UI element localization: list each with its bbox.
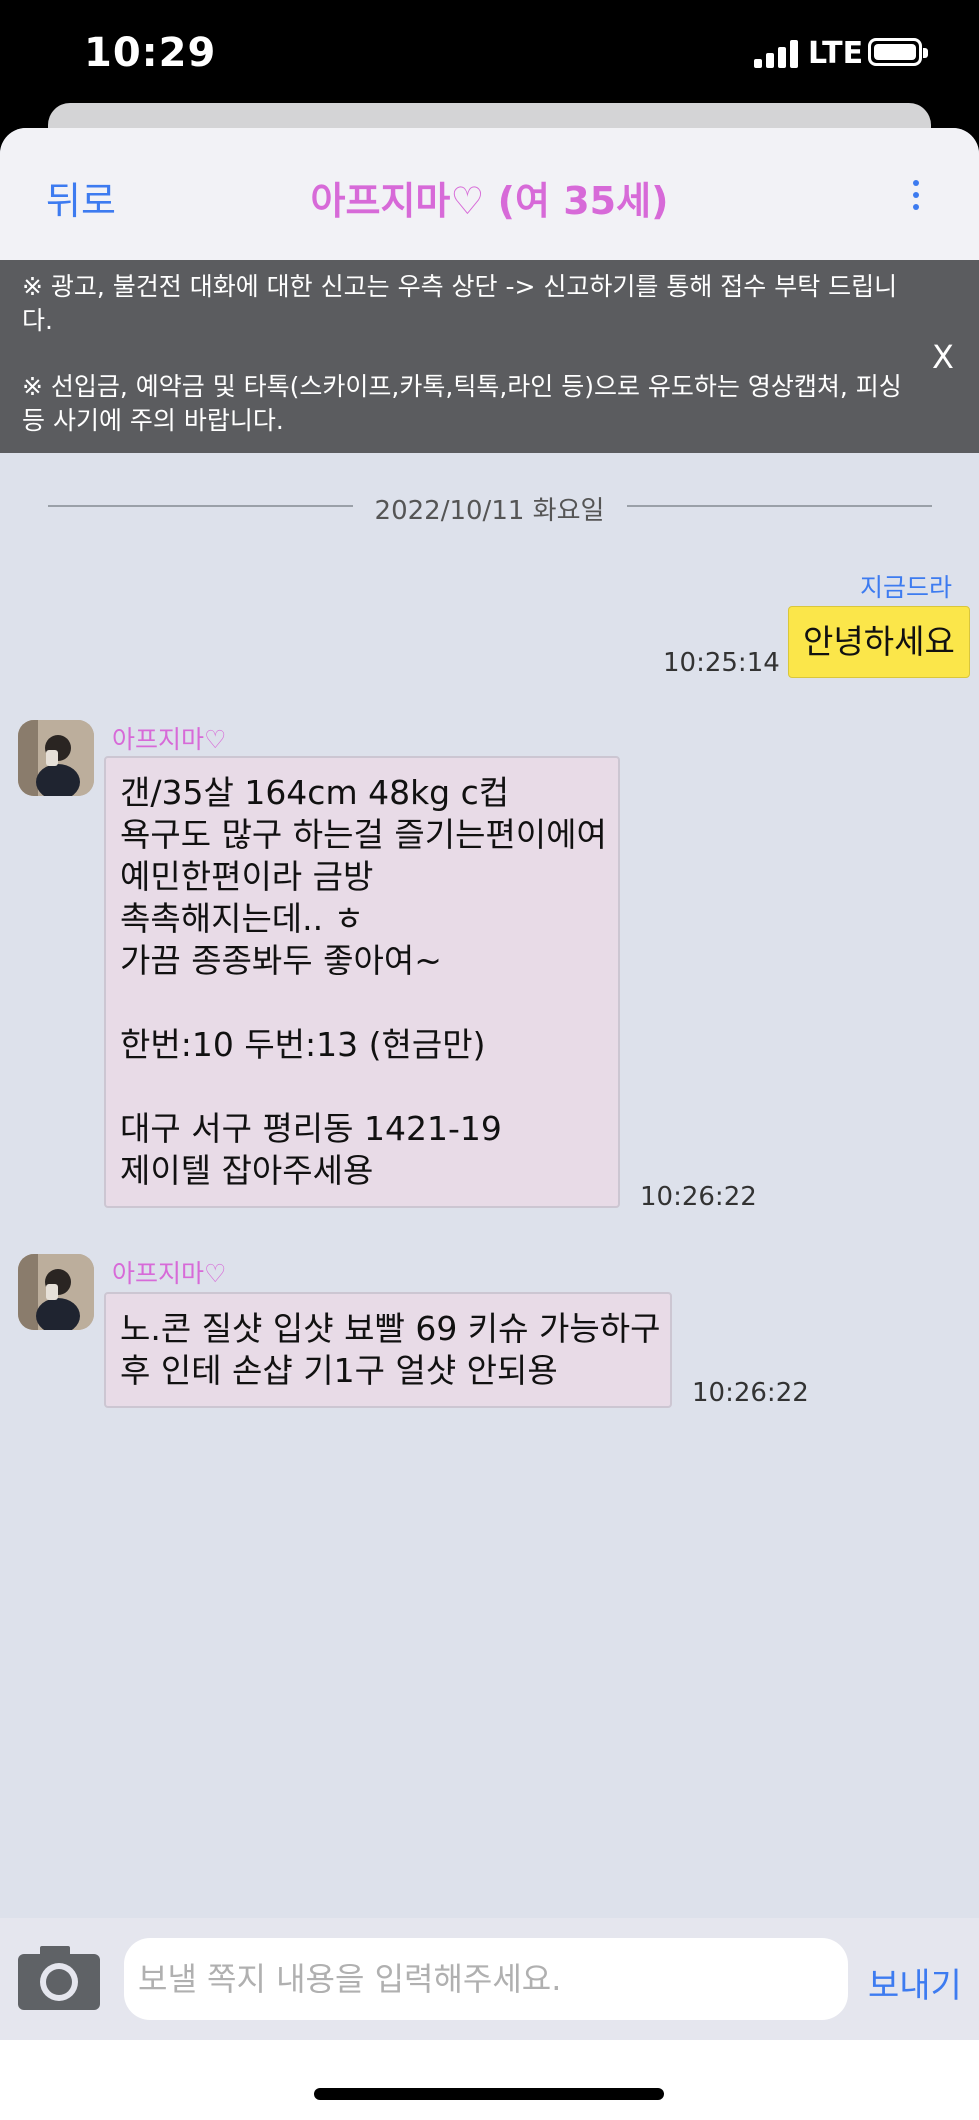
message-line: 촉촉해지는데.. ㅎ [120, 899, 364, 938]
send-button[interactable]: 보내기 [868, 1958, 962, 2007]
message-bubble-outgoing[interactable]: 안녕하세요 [788, 606, 970, 678]
status-bar: 10:29 LTE [0, 0, 979, 110]
message-bubble-incoming[interactable]: 노.콘 질샷 입샷 뵤빨 69 키슈 가능하구 후 인테 손샵 기1구 얼샷 안… [104, 1292, 672, 1408]
message-line: 욕구도 많구 하는걸 즐기는편이에여 [120, 815, 607, 854]
avatar[interactable] [18, 1254, 94, 1330]
message-line: 예민한편이라 금방 [120, 857, 374, 896]
message-input[interactable] [124, 1938, 848, 2020]
message-line: 제이텔 잡아주세용 [120, 1151, 374, 1190]
signal-icon [754, 38, 800, 68]
network-type: LTE [808, 36, 864, 71]
nav-header: 뒤로 아프지마♡ (여 35세) [0, 128, 979, 260]
notice-line-report: ※ 광고, 불건전 대화에 대한 신고는 우측 상단 -> 신고하기를 통해 접… [22, 272, 898, 335]
status-time: 10:29 [84, 30, 217, 76]
more-vertical-icon[interactable] [906, 180, 926, 210]
battery-icon [868, 38, 928, 66]
my-name: 지금드라 [860, 573, 953, 602]
chat-sheet: 뒤로 아프지마♡ (여 35세) ※ 광고, 불건전 대화에 대한 신고는 우측… [0, 128, 979, 2120]
date-divider-line-right [627, 505, 932, 507]
avatar[interactable] [18, 720, 94, 796]
home-area [0, 2040, 979, 2120]
message-time: 10:26:22 [692, 1378, 809, 1408]
notice-banner: ※ 광고, 불건전 대화에 대한 신고는 우측 상단 -> 신고하기를 통해 접… [0, 260, 979, 453]
close-notice-button[interactable]: X [932, 340, 954, 374]
sender-name: 아프지마♡ [112, 725, 227, 754]
message-line [120, 1066, 604, 1108]
chat-title: 아프지마♡ (여 35세) [310, 179, 669, 223]
message-line: 한번:10 두번:13 (현금만) [120, 1025, 486, 1064]
message-bubble-incoming[interactable]: 갠/35살 164cm 48kg c컵 욕구도 많구 하는걸 즐기는편이에여 예… [104, 756, 620, 1208]
message-composer: 보내기 [0, 1918, 979, 2040]
message-line [120, 982, 604, 1024]
home-indicator[interactable] [314, 2088, 664, 2100]
message-line: 갠/35살 164cm 48kg c컵 [120, 773, 510, 812]
message-time: 10:25:14 [663, 648, 780, 678]
message-line: 가끔 종종봐두 좋아여~ [120, 941, 442, 980]
message-line: 후 인테 손샵 기1구 얼샷 안되용 [120, 1351, 558, 1390]
message-line: 노.콘 질샷 입샷 뵤빨 69 키슈 가능하구 [120, 1309, 661, 1348]
sender-name: 아프지마♡ [112, 1259, 227, 1288]
camera-icon[interactable] [18, 1946, 100, 2010]
message-time: 10:26:22 [640, 1182, 757, 1212]
notice-line-fraud: ※ 선입금, 예약금 및 타톡(스카이프,카톡,틱톡,라인 등)으로 유도하는 … [22, 372, 902, 435]
date-divider: 2022/10/11 화요일 [374, 496, 605, 526]
message-line: 대구 서구 평리동 1421-19 [120, 1109, 502, 1148]
